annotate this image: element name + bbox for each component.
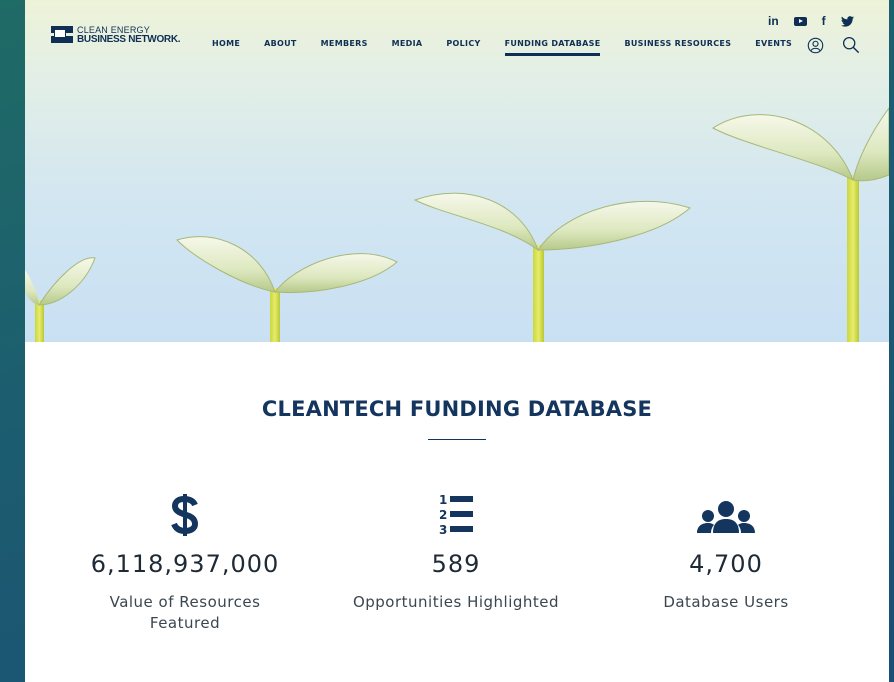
stat-value: 6,118,937,000 <box>90 550 280 578</box>
stat-database-users: 4,700 Database Users <box>601 492 851 613</box>
nav-funding-database[interactable]: FUNDING DATABASE <box>504 39 601 56</box>
nav-policy[interactable]: POLICY <box>446 39 480 56</box>
stat-label: Database Users <box>663 593 789 611</box>
dollar-icon <box>60 492 310 536</box>
title-divider <box>428 439 486 440</box>
user-account-icon[interactable] <box>807 37 824 59</box>
twitter-icon[interactable] <box>840 15 854 27</box>
nav-members[interactable]: MEMBERS <box>321 39 368 56</box>
site-logo[interactable]: CLEAN ENERGY BUSINESS NETWORK. <box>51 24 181 46</box>
linkedin-icon[interactable]: in <box>768 14 779 28</box>
nav-business-resources[interactable]: BUSINESS RESOURCES <box>624 39 731 56</box>
facebook-icon[interactable]: f <box>822 14 826 28</box>
stat-label: Value of Resources Featured <box>109 593 261 632</box>
nav-events[interactable]: EVENTS <box>755 39 792 56</box>
logo-mark-icon <box>51 24 73 46</box>
nav-about[interactable]: ABOUT <box>264 39 297 56</box>
search-icon[interactable] <box>842 36 860 59</box>
svg-text:1: 1 <box>439 493 447 507</box>
main-nav: HOME ABOUT MEMBERS MEDIA POLICY FUNDING … <box>212 39 792 56</box>
stat-opportunities: 1 2 3 589 Opportunities Highlighted <box>331 492 581 613</box>
utility-icons <box>807 36 860 59</box>
hero-banner: CLEAN ENERGY BUSINESS NETWORK. HOME ABOU… <box>25 0 889 342</box>
numbered-list-icon: 1 2 3 <box>331 492 581 536</box>
nav-media[interactable]: MEDIA <box>392 39 423 56</box>
users-group-icon <box>601 492 851 536</box>
funding-database-section: CLEANTECH FUNDING DATABASE 6,118,937,000… <box>25 342 889 682</box>
nav-home[interactable]: HOME <box>212 39 240 56</box>
stat-value: 4,700 <box>689 550 763 578</box>
stat-value: 589 <box>431 550 481 578</box>
page-title: CLEANTECH FUNDING DATABASE <box>261 397 653 421</box>
page: CLEAN ENERGY BUSINESS NETWORK. HOME ABOU… <box>25 0 889 682</box>
logo-line-2: BUSINESS NETWORK. <box>77 33 181 45</box>
svg-text:2: 2 <box>439 508 447 522</box>
youtube-icon[interactable] <box>793 16 807 26</box>
stat-label: Opportunities Highlighted <box>352 593 560 611</box>
stat-value-of-resources: 6,118,937,000 Value of Resources Feature… <box>60 492 310 634</box>
social-links: in f <box>768 14 854 28</box>
svg-text:3: 3 <box>439 523 447 536</box>
